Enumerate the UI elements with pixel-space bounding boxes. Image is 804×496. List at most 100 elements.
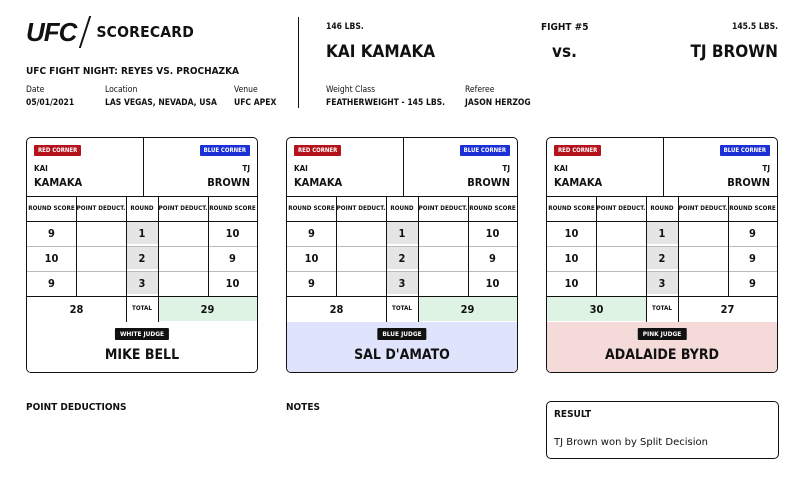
logo-scorecard-text: SCORECARD: [96, 23, 194, 41]
header-divider: [298, 17, 299, 108]
score-header-row: ROUND SCORE POINT DEDUCT. ROUND POINT DEDUC…: [287, 196, 517, 222]
location-label: Location: [105, 85, 138, 95]
blue-total: 27: [720, 302, 735, 316]
logo-ufc-text: UFC: [26, 16, 77, 47]
red-round-score: 9: [48, 277, 55, 290]
scorecard: RED CORNER KAI KAMAKA BLUE CORNER TJ BROWN ROU…: [26, 137, 258, 373]
referee-value: JASON HERZOG: [465, 98, 531, 108]
judge-area: PINK JUDGE ADALAIDE BYRD: [547, 322, 777, 372]
total-label: TOTAL: [131, 305, 153, 312]
fight-number: FIGHT #5: [541, 22, 589, 33]
judge-color-badge: PINK JUDGE: [637, 328, 687, 340]
grid-line: [208, 196, 209, 296]
grid-line: [158, 196, 159, 322]
round-number: 1: [646, 222, 678, 244]
total-row: 28 TOTAL 29: [27, 296, 257, 324]
red-point-deduct-header: POINT DEDUCT.: [336, 204, 386, 212]
blue-round-score: 9: [489, 252, 496, 265]
round-number: 3: [386, 272, 418, 294]
blue-round-score: 9: [749, 277, 756, 290]
blue-last-name: BROWN: [467, 176, 510, 189]
red-round-score: 10: [44, 252, 59, 265]
blue-point-deduct-header: POINT DEDUCT.: [418, 204, 468, 212]
red-total: 30: [547, 297, 646, 321]
blue-fighter-weight: 145.5 LBS.: [732, 22, 778, 32]
score-header-row: ROUND SCORE POINT DEDUCT. ROUND POINT DEDUC…: [27, 196, 257, 222]
total-label: TOTAL: [391, 305, 413, 312]
red-round-score: 10: [304, 252, 319, 265]
corner-header: RED CORNER KAI KAMAKA BLUE CORNER TJ BROWN: [287, 138, 517, 197]
grid-line: [418, 196, 419, 322]
round-row: 10 3 9: [547, 271, 777, 297]
round-header: ROUND: [130, 204, 154, 212]
round-row: 9 3 10: [27, 271, 257, 297]
blue-point-deduct-header: POINT DEDUCT.: [678, 204, 728, 212]
blue-total: 29: [418, 297, 517, 321]
total-row: 28 TOTAL 29: [287, 296, 517, 324]
blue-fighter-name: TJ BROWN: [690, 42, 778, 62]
total-row: 30 TOTAL 27: [547, 296, 777, 324]
round-number: 1: [386, 222, 418, 244]
judge-color-badge: WHITE JUDGE: [114, 328, 170, 340]
judge-color-badge: BLUE JUDGE: [377, 328, 427, 340]
round-row: 10 1 9: [547, 221, 777, 247]
date-label: Date: [26, 85, 45, 95]
red-round-score-header: ROUND SCORE: [548, 204, 595, 212]
grid-line: [76, 196, 77, 296]
grid-line: [728, 196, 729, 296]
date-value: 05/01/2021: [26, 98, 75, 108]
corner-divider: [143, 138, 144, 196]
blue-round-score: 10: [485, 227, 500, 240]
blue-total: 29: [158, 297, 257, 321]
venue-label: Venue: [234, 85, 258, 95]
judge-name: ADALAIDE BYRD: [605, 347, 719, 363]
scorecard: RED CORNER KAI KAMAKA BLUE CORNER TJ BROWN ROU…: [286, 137, 518, 373]
red-last-name: KAMAKA: [294, 176, 343, 189]
round-number: 2: [646, 247, 678, 269]
red-first-name: KAI: [294, 164, 308, 173]
round-header: ROUND: [390, 204, 414, 212]
point-deductions-heading: POINT DEDUCTIONS: [26, 402, 127, 413]
red-fighter-weight: 146 LBS.: [326, 22, 364, 32]
judge-name: MIKE BELL: [104, 347, 180, 363]
blue-round-score: 9: [749, 227, 756, 240]
venue-value: UFC APEX: [234, 98, 277, 108]
red-point-deduct-header: POINT DEDUCT.: [76, 204, 126, 212]
event-title: UFC FIGHT NIGHT: REYES VS. PROCHAZKA: [26, 66, 240, 77]
red-corner-badge: RED CORNER: [34, 145, 82, 156]
blue-round-score: 10: [225, 227, 240, 240]
round-row: 9 1 10: [27, 221, 257, 247]
red-total: 28: [69, 302, 84, 316]
red-last-name: KAMAKA: [554, 176, 603, 189]
result-text: TJ Brown won by Split Decision: [554, 437, 708, 448]
location-value: LAS VEGAS, NEVADA, USA: [105, 98, 217, 108]
grid-line: [336, 196, 337, 296]
blue-corner-badge: BLUE CORNER: [199, 145, 250, 156]
red-corner-badge: RED CORNER: [554, 145, 602, 156]
round-number: 2: [386, 247, 418, 269]
blue-first-name: TJ: [762, 164, 770, 173]
red-round-score: 9: [308, 227, 315, 240]
red-round-score: 10: [564, 252, 579, 265]
round-number: 2: [126, 247, 158, 269]
red-first-name: KAI: [34, 164, 48, 173]
red-corner-badge: RED CORNER: [294, 145, 342, 156]
judge-area: WHITE JUDGE MIKE BELL: [27, 322, 257, 372]
red-last-name: KAMAKA: [34, 176, 83, 189]
red-round-score-header: ROUND SCORE: [28, 204, 75, 212]
round-row: 10 2 9: [287, 246, 517, 272]
blue-point-deduct-header: POINT DEDUCT.: [158, 204, 208, 212]
red-round-score-header: ROUND SCORE: [288, 204, 335, 212]
grid-line: [646, 196, 647, 322]
grid-line: [386, 196, 387, 322]
round-row: 10 2 9: [547, 246, 777, 272]
logo-divider: [79, 16, 92, 48]
grid-line: [678, 196, 679, 322]
weight-class-value: FEATHERWEIGHT - 145 LBS.: [326, 98, 446, 108]
result-heading: RESULT: [554, 409, 592, 420]
round-number: 3: [126, 272, 158, 294]
round-number: 1: [126, 222, 158, 244]
red-total: 28: [329, 302, 344, 316]
blue-corner-badge: BLUE CORNER: [719, 145, 770, 156]
blue-last-name: BROWN: [207, 176, 250, 189]
